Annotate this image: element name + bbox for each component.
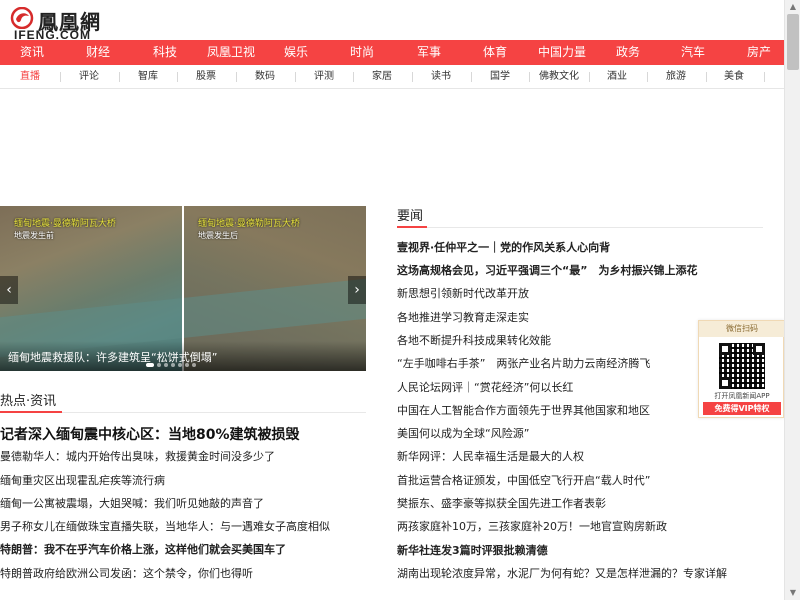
scroll-up-arrow-icon[interactable]: ▲	[785, 0, 800, 14]
top-news-underline	[397, 226, 427, 228]
nav-item-tech[interactable]: 科技	[135, 40, 195, 65]
hot-news-item[interactable]: 缅甸一公寓被震塌，大姐哭喊：我们听见她敲的声音了	[0, 495, 366, 511]
subnav-item-buddhism[interactable]: 佛教文化	[531, 65, 587, 89]
subnav-divider	[764, 72, 765, 82]
subnav-item-books[interactable]: 读书	[413, 65, 469, 89]
carousel-dot[interactable]	[178, 363, 182, 367]
carousel-prev-button[interactable]: ‹	[0, 276, 18, 304]
top-news-item[interactable]: 樊振东、盛李豪等拟获全国先进工作者表彰	[397, 495, 767, 511]
carousel-dot[interactable]	[164, 363, 168, 367]
carousel-next-button[interactable]: ›	[348, 276, 366, 304]
top-news-item[interactable]: 美国何以成为全球“风险源”	[397, 425, 767, 441]
subnav-item-home[interactable]: 家居	[354, 65, 410, 89]
nav-item-news[interactable]: 资讯	[2, 40, 62, 65]
hot-news-item[interactable]: 缅甸重灾区出现霍乱疟疾等流行病	[0, 472, 366, 488]
phoenix-logo-icon	[10, 7, 34, 29]
nav-item-auto[interactable]: 汽车	[663, 40, 723, 65]
qr-code-icon	[719, 343, 765, 389]
top-news-item[interactable]: 这场高规格会见，习近平强调三个“最” 为乡村振兴锦上添花	[397, 262, 767, 278]
subnav-item-digital[interactable]: 数码	[237, 65, 293, 89]
subnav-item-guoxue[interactable]: 国学	[472, 65, 528, 89]
sub-nav-bar: 直播 评论 智库 股票 数码 评测 家居 读书 国学 佛教文化 酒业 旅游 美食	[0, 65, 784, 89]
top-news-divider	[397, 227, 763, 228]
nav-item-finance[interactable]: 财经	[68, 40, 128, 65]
top-news-item[interactable]: 中国在人工智能合作方面领先于世界其他国家和地区	[397, 402, 692, 418]
top-news-title: 要闻	[397, 209, 424, 224]
scroll-down-arrow-icon[interactable]: ▼	[785, 586, 800, 600]
hot-news-title: 热点·资讯	[0, 394, 57, 409]
scrollbar-thumb[interactable]	[787, 14, 799, 70]
nav-item-government[interactable]: 政务	[598, 40, 658, 65]
hot-news-item[interactable]: 特朗普政府给欧洲公司发函：这个禁令，你们也得听	[0, 565, 366, 581]
subnav-item-comment[interactable]: 评论	[61, 65, 117, 89]
subnav-item-think-tank[interactable]: 智库	[120, 65, 176, 89]
page-scrollbar[interactable]: ▲ ▼	[784, 0, 800, 600]
hot-news-item[interactable]: 特朗普：我不在乎汽车价格上涨，这样他们就会买美国车了	[0, 541, 366, 557]
carousel-dot[interactable]	[157, 363, 161, 367]
nav-item-phoenix-tv[interactable]: 凤凰卫视	[201, 40, 261, 65]
hot-news-item[interactable]: 记者深入缅甸震中核心区：当地80%建筑被损毁	[0, 424, 366, 444]
carousel-caption: 缅甸地震救援队：许多建筑呈“松饼式倒塌”	[0, 341, 366, 371]
nav-item-real-estate[interactable]: 房产	[729, 40, 789, 65]
carousel-dot[interactable]	[192, 363, 196, 367]
top-news-item[interactable]: 新华网评：人民幸福生活是最大的人权	[397, 448, 767, 464]
top-news-item[interactable]: 新华社连发3篇时评狠批赖清德	[397, 542, 767, 558]
carousel-dot[interactable]	[185, 363, 189, 367]
image-tag-after: 缅甸地震·曼德勒阿瓦大桥	[198, 219, 300, 229]
nav-item-sports[interactable]: 体育	[465, 40, 525, 65]
qr-widget-vip-button[interactable]: 免费得VIP特权	[703, 402, 781, 415]
subnav-item-stocks[interactable]: 股票	[178, 65, 234, 89]
hot-news-underline	[0, 411, 62, 413]
top-news-item[interactable]: 两孩家庭补10万，三孩家庭补20万！一地官宣购房新政	[397, 518, 767, 534]
subnav-item-liquor[interactable]: 酒业	[589, 65, 645, 89]
wechat-qr-widget[interactable]: 微信扫码 打开凤凰新闻APP 免费得VIP特权	[698, 320, 785, 418]
top-news-item[interactable]: “左手咖啡右手茶” 两张产业名片助力云南经济腾飞	[397, 355, 692, 371]
top-news-item[interactable]: 壹视界·任仲平之一｜党的作风关系人心向背	[397, 239, 767, 255]
subnav-item-travel[interactable]: 旅游	[648, 65, 704, 89]
top-news-item[interactable]: 人民论坛网评｜“赏花经济”何以长红	[397, 379, 692, 395]
nav-item-entertainment[interactable]: 娱乐	[266, 40, 326, 65]
carousel-dot[interactable]	[171, 363, 175, 367]
subnav-item-review[interactable]: 评测	[296, 65, 352, 89]
nav-item-military[interactable]: 军事	[399, 40, 459, 65]
top-news-item[interactable]: 首批运营合格证颁发，中国低空飞行开启“载人时代”	[397, 472, 767, 488]
nav-item-fashion[interactable]: 时尚	[332, 40, 392, 65]
main-nav-bar: 资讯 财经 科技 凤凰卫视 娱乐 时尚 军事 体育 中国力量 政务 汽车 房产	[0, 40, 784, 65]
carousel-dot-active[interactable]	[146, 363, 154, 367]
qr-widget-app-text: 打开凤凰新闻APP	[714, 392, 770, 400]
image-subtag-after: 地震发生后	[198, 231, 238, 240]
image-subtag-before: 地震发生前	[14, 231, 54, 240]
subnav-item-food[interactable]: 美食	[706, 65, 762, 89]
hot-news-item[interactable]: 男子称女儿在缅做珠宝直播失联，当地华人：与一遇难女子高度相似	[0, 518, 366, 534]
top-news-item[interactable]: 新思想引领新时代改革开放	[397, 285, 767, 301]
hot-news-item[interactable]: 曼德勒华人：城内开始传出臭味，救援黄金时间没多少了	[0, 448, 366, 464]
image-tag-before: 缅甸地震·曼德勒阿瓦大桥	[14, 219, 116, 229]
top-news-item[interactable]: 湖南出现轮浓度异常，水泥厂为何有蛇？又是怎样泄漏的？专家详解	[397, 565, 767, 581]
subnav-item-live[interactable]: 直播	[2, 65, 58, 89]
ifeng-logo[interactable]: 鳳凰網 IFENG.COM	[10, 6, 120, 42]
subnav-divider	[529, 72, 530, 82]
qr-widget-header: 微信扫码	[699, 321, 785, 337]
nav-item-china-power[interactable]: 中国力量	[532, 40, 592, 65]
headline-image-carousel[interactable]: 缅甸地震·曼德勒阿瓦大桥 地震发生前 缅甸地震·曼德勒阿瓦大桥 地震发生后 ‹ …	[0, 206, 366, 371]
